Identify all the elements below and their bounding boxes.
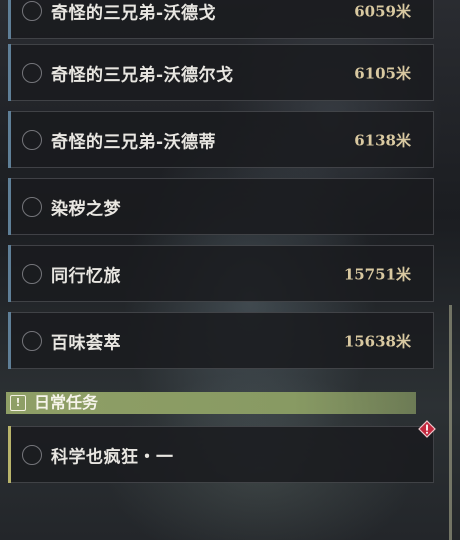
quest-item[interactable]: 百味荟萃 15638米 xyxy=(8,312,434,369)
quest-accent-bar xyxy=(8,178,11,235)
quest-title: 科学也疯狂・一 xyxy=(51,447,174,467)
quest-select-radio[interactable] xyxy=(22,0,42,21)
scrollbar[interactable] xyxy=(449,305,452,540)
quest-title: 染秽之梦 xyxy=(51,199,121,219)
quest-accent-bar xyxy=(8,426,11,483)
quest-accent-bar xyxy=(8,111,11,168)
quest-select-radio[interactable] xyxy=(22,196,42,217)
quest-title: 奇怪的三兄弟-沃德戈 xyxy=(51,3,217,23)
quest-distance: 15638米 xyxy=(343,332,411,350)
quest-accent-bar xyxy=(8,0,11,39)
quest-distance: 6138米 xyxy=(354,131,411,149)
quest-title: 奇怪的三兄弟-沃德蒂 xyxy=(51,132,217,152)
quest-select-radio[interactable] xyxy=(22,330,42,351)
quest-select-radio[interactable] xyxy=(22,62,42,83)
quest-title: 同行忆旅 xyxy=(51,266,121,286)
daily-quest-item[interactable]: 科学也疯狂・一 xyxy=(8,426,434,483)
quest-accent-bar xyxy=(8,44,11,101)
quest-title: 百味荟萃 xyxy=(51,333,121,353)
quest-title: 奇怪的三兄弟-沃德尔戈 xyxy=(51,65,234,85)
quest-select-radio[interactable] xyxy=(22,263,42,284)
quest-item[interactable]: 奇怪的三兄弟-沃德尔戈 6105米 xyxy=(8,44,434,101)
new-quest-diamond-icon xyxy=(418,420,436,438)
daily-quests-section-header[interactable]: ! 日常任务 xyxy=(6,392,416,414)
quest-distance: 6059米 xyxy=(354,2,411,20)
section-label: 日常任务 xyxy=(34,393,99,412)
quest-item[interactable]: 奇怪的三兄弟-沃德蒂 6138米 xyxy=(8,111,434,168)
quest-select-radio[interactable] xyxy=(22,444,42,465)
quest-accent-bar xyxy=(8,312,11,369)
quest-select-radio[interactable] xyxy=(22,129,42,150)
quest-distance: 6105米 xyxy=(354,64,411,82)
quest-distance: 15751米 xyxy=(343,265,411,283)
quest-list: 奇怪的三兄弟-沃德戈 6059米 奇怪的三兄弟-沃德尔戈 6105米 奇怪的三兄… xyxy=(0,0,460,540)
quest-item[interactable]: 奇怪的三兄弟-沃德戈 6059米 xyxy=(8,0,434,39)
quest-item[interactable]: 染秽之梦 xyxy=(8,178,434,235)
quest-accent-bar xyxy=(8,245,11,302)
quest-item[interactable]: 同行忆旅 15751米 xyxy=(8,245,434,302)
exclamation-box-icon: ! xyxy=(10,395,26,411)
